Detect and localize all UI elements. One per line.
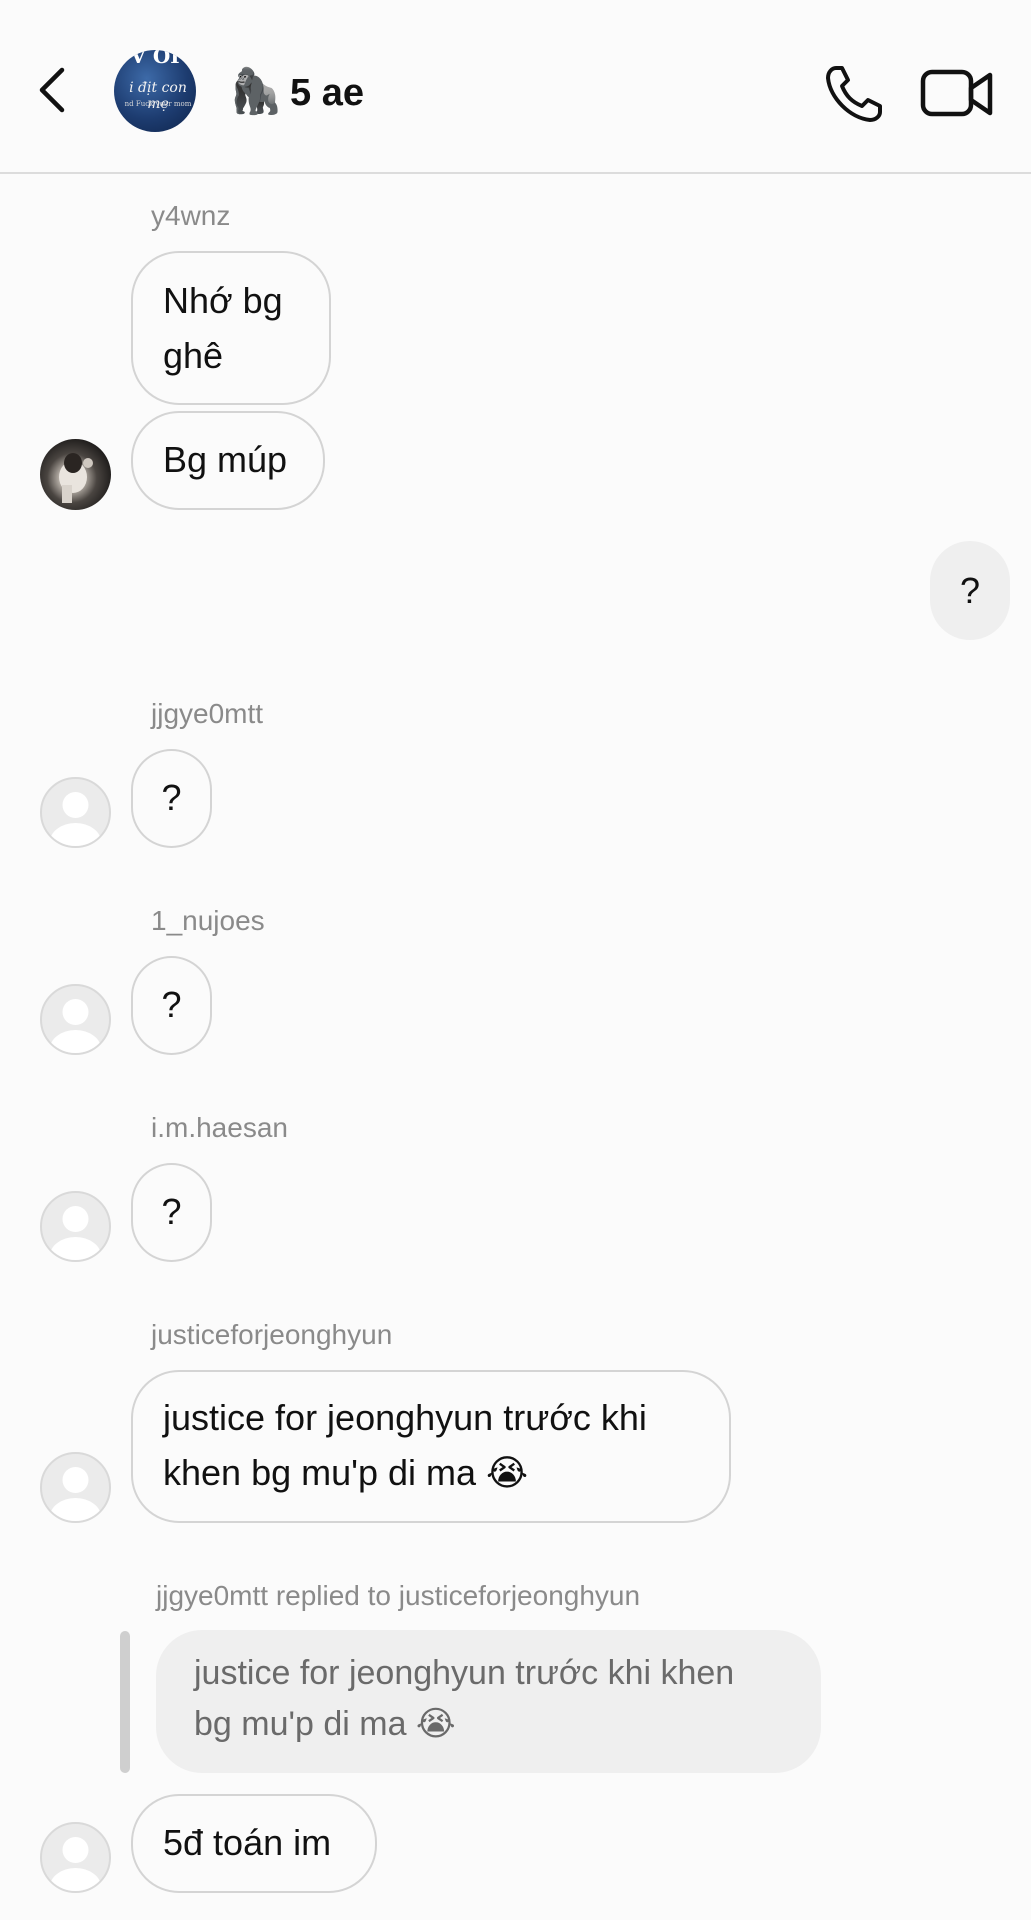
person-silhouette-icon: [49, 1837, 102, 1891]
reply-indicator-bar: [120, 1631, 130, 1773]
user-avatar[interactable]: [40, 1191, 111, 1262]
message-text: justice for jeonghyun trước khi: [163, 1397, 647, 1438]
reply-label: jjgye0mtt replied to justiceforjeonghyun: [156, 1580, 641, 1611]
message-text: ghê: [163, 335, 224, 376]
user-avatar[interactable]: [40, 984, 111, 1055]
message-bubble[interactable]: Bg múp: [131, 411, 325, 510]
group-avatar-subtext: nd Fuck your mom: [124, 100, 192, 108]
call-button[interactable]: [822, 62, 886, 126]
person-silhouette-icon: [49, 999, 102, 1053]
person-silhouette-icon: [49, 1206, 102, 1260]
video-call-button[interactable]: [920, 66, 994, 122]
message-bubble[interactable]: Nhớ bg ghê: [131, 251, 331, 405]
message-bubble[interactable]: ?: [131, 1163, 212, 1262]
person-silhouette-icon: [49, 1467, 102, 1521]
chat-title[interactable]: 5 ae: [290, 68, 364, 118]
person-silhouette-icon: [49, 792, 102, 846]
gorilla-emoji: 🦍: [228, 67, 283, 116]
sender-name: justiceforjeonghyun: [151, 1319, 393, 1350]
video-camera-icon: [920, 69, 993, 117]
sender-name: y4wnz: [151, 200, 231, 231]
message-text: ?: [161, 984, 182, 1025]
quoted-text: bg mu'p di ma 😭: [194, 1705, 456, 1743]
back-button[interactable]: [30, 60, 74, 120]
quoted-text: justice for jeonghyun trước khi khen: [194, 1654, 735, 1692]
message-text: ?: [161, 1191, 182, 1232]
message-bubble[interactable]: ?: [131, 749, 212, 848]
user-avatar[interactable]: [40, 777, 111, 848]
group-avatar-text-top: V OI: [130, 50, 180, 68]
avatar-photo: [59, 453, 93, 503]
message-text: Bg múp: [163, 439, 288, 480]
message-text: 5đ toán im: [163, 1822, 332, 1863]
phone-icon: [826, 66, 882, 122]
my-message-bubble[interactable]: ?: [930, 541, 1010, 640]
chat-header: V OI i địt con mẹ nd Fuck your mom 🦍 5 a…: [0, 0, 1031, 174]
message-bubble[interactable]: justice for jeonghyun trước khi khen bg …: [131, 1370, 731, 1523]
user-avatar[interactable]: [40, 439, 111, 510]
user-avatar[interactable]: [40, 1822, 111, 1893]
sender-name: i.m.haesan: [151, 1112, 288, 1143]
user-avatar[interactable]: [40, 1452, 111, 1523]
quoted-message[interactable]: justice for jeonghyun trước khi khen bg …: [156, 1630, 821, 1773]
message-text: ?: [161, 777, 182, 818]
sender-name: jjgye0mtt: [151, 698, 264, 729]
message-bubble[interactable]: ?: [131, 956, 212, 1055]
message-text: khen bg mu'p di ma 😭: [163, 1452, 529, 1493]
group-avatar[interactable]: V OI i địt con mẹ nd Fuck your mom: [114, 50, 196, 132]
message-text: Nhớ bg: [163, 280, 283, 321]
sender-name: 1_nujoes: [151, 905, 265, 936]
chevron-left-icon: [39, 67, 65, 113]
message-text: ?: [959, 570, 981, 611]
message-bubble[interactable]: 5đ toán im: [131, 1794, 377, 1893]
